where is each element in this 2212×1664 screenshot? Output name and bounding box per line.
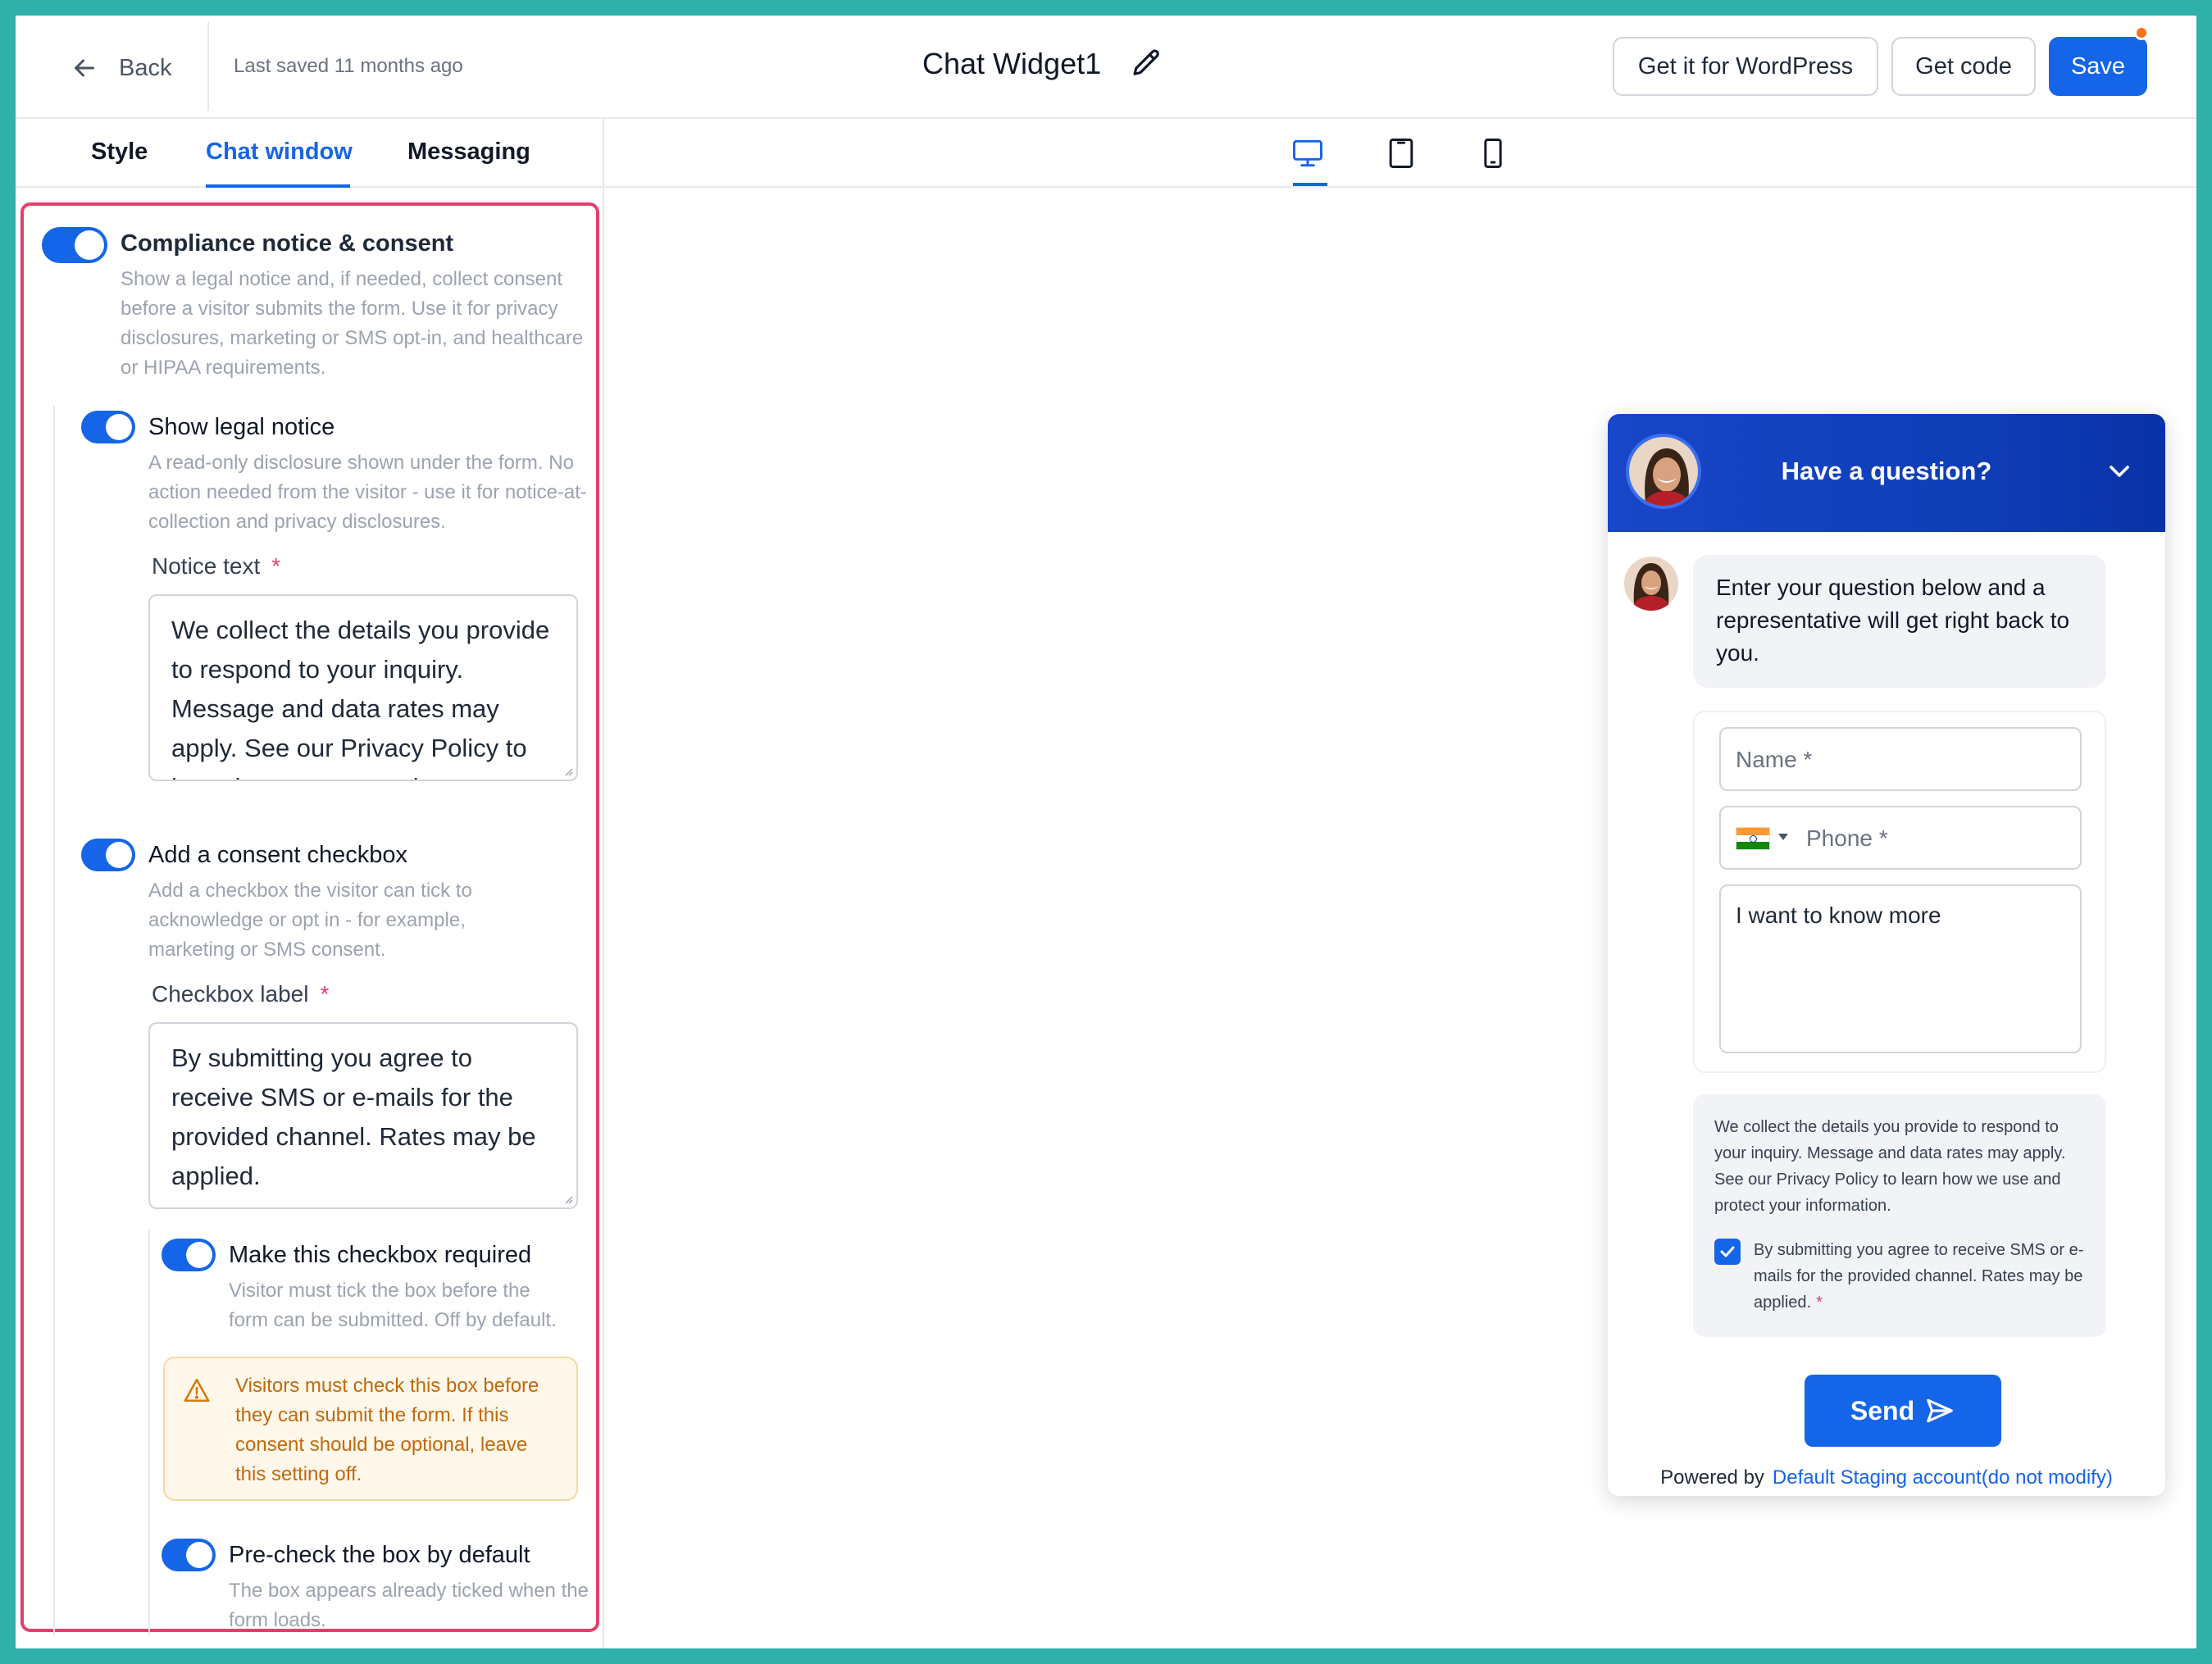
toggle-knob bbox=[106, 414, 132, 440]
pencil-icon[interactable] bbox=[1129, 47, 1163, 81]
legal-notice-description: A read-only disclosure shown under the f… bbox=[148, 452, 587, 533]
checkbox-label-textarea[interactable]: By submitting you agree to receive SMS o… bbox=[148, 1022, 578, 1209]
mobile-icon[interactable] bbox=[1475, 135, 1511, 171]
get-wordpress-button[interactable]: Get it for WordPress bbox=[1613, 37, 1878, 96]
message-textarea[interactable]: I want to know more bbox=[1719, 884, 2082, 1053]
toggle-knob bbox=[186, 1242, 212, 1268]
warning-text: Visitors must check this box before they… bbox=[235, 1375, 539, 1485]
settings-panel: Style Chat window Messaging Compliance n… bbox=[16, 119, 604, 1648]
notice-textarea-value: We collect the details you provide to re… bbox=[171, 616, 550, 780]
precheck-description: The box appears already ticked when the … bbox=[229, 1580, 589, 1631]
phone-input[interactable]: Phone * bbox=[1719, 806, 2082, 870]
checkbox-label-field-text: Checkbox label bbox=[152, 981, 309, 1007]
required-asterisk: * bbox=[1816, 1293, 1823, 1312]
required-description: Visitor must tick the box before the for… bbox=[229, 1280, 557, 1331]
send-button[interactable]: Send bbox=[1805, 1375, 2001, 1447]
checkbox-label-field-label: Checkbox label * bbox=[152, 981, 329, 1007]
checkbox-label-textarea-value: By submitting you agree to receive SMS o… bbox=[171, 1043, 536, 1190]
precheck-label: Pre-check the box by default bbox=[229, 1542, 530, 1568]
widget-title: Chat Widget1 bbox=[922, 47, 1102, 80]
resize-grip-icon[interactable] bbox=[562, 765, 573, 776]
get-code-button[interactable]: Get code bbox=[1891, 37, 2036, 96]
toggle-knob bbox=[186, 1542, 212, 1568]
required-warning-box: Visitors must check this box before they… bbox=[163, 1357, 578, 1501]
app-window: Back Last saved 11 months ago Chat Widge… bbox=[16, 16, 2196, 1648]
tab-style[interactable]: Style bbox=[91, 139, 148, 166]
selected-device-indicator bbox=[1293, 183, 1327, 186]
back-button[interactable]: Back bbox=[70, 50, 171, 86]
consent-checkbox[interactable] bbox=[1714, 1239, 1741, 1265]
chat-widget-preview: Have a question? Enter your question bel… bbox=[1608, 414, 2165, 1496]
title-group: Chat Widget1 bbox=[922, 47, 1163, 81]
send-label: Send bbox=[1850, 1395, 1915, 1425]
tab-chat-window[interactable]: Chat window bbox=[206, 139, 353, 166]
toggle-knob bbox=[106, 842, 132, 868]
desktop-icon[interactable] bbox=[1290, 135, 1326, 171]
compliance-description: Show a legal notice and, if needed, coll… bbox=[121, 268, 584, 379]
tablet-icon[interactable] bbox=[1383, 135, 1419, 171]
tab-messaging[interactable]: Messaging bbox=[407, 139, 530, 166]
check-icon bbox=[1720, 1246, 1735, 1257]
widget-form: Name * Phone * I want to know more bbox=[1693, 711, 2106, 1073]
powered-by-footer: Powered by Default Staging account(do not… bbox=[1608, 1466, 2165, 1489]
divider bbox=[207, 22, 209, 111]
precheck-toggle[interactable] bbox=[162, 1539, 216, 1571]
send-icon bbox=[1927, 1398, 1953, 1423]
required-asterisk: * bbox=[271, 553, 281, 579]
resize-grip-icon[interactable] bbox=[562, 1193, 573, 1204]
required-asterisk: * bbox=[320, 981, 330, 1007]
powered-by-text: Powered by bbox=[1660, 1466, 1764, 1489]
notice-textarea[interactable]: We collect the details you provide to re… bbox=[148, 594, 578, 781]
chevron-down-icon[interactable] bbox=[2103, 455, 2136, 488]
consent-section: We collect the details you provide to re… bbox=[1693, 1094, 2106, 1337]
active-tab-indicator bbox=[206, 184, 350, 188]
account-link[interactable]: Default Staging account(do not modify) bbox=[1773, 1466, 2113, 1489]
consent-checkbox-toggle[interactable] bbox=[81, 839, 135, 871]
message-avatar bbox=[1624, 557, 1678, 611]
legal-notice-label: Show legal notice bbox=[148, 414, 335, 440]
name-input[interactable]: Name * bbox=[1719, 727, 2082, 791]
toggle-knob bbox=[75, 230, 104, 260]
notice-text-label-text: Notice text bbox=[152, 553, 261, 579]
unsaved-indicator-dot bbox=[2134, 25, 2149, 40]
greeting-bubble: Enter your question below and a represen… bbox=[1693, 555, 2106, 688]
device-preview-bar bbox=[604, 119, 2196, 188]
top-bar: Back Last saved 11 months ago Chat Widge… bbox=[16, 16, 2196, 119]
back-label: Back bbox=[119, 54, 172, 81]
phone-placeholder: Phone * bbox=[1806, 825, 1888, 851]
consent-checkbox-label: Add a consent checkbox bbox=[148, 842, 407, 868]
compliance-label: Compliance notice & consent bbox=[121, 230, 454, 257]
legal-notice-text: We collect the details you provide to re… bbox=[1714, 1118, 2066, 1215]
consent-checkbox-label: By submitting you agree to receive SMS o… bbox=[1754, 1237, 2090, 1316]
consent-checkbox-description: Add a checkbox the visitor can tick to a… bbox=[148, 880, 472, 961]
warning-icon bbox=[184, 1378, 210, 1403]
consent-label-text: By submitting you agree to receive SMS o… bbox=[1754, 1241, 2084, 1312]
required-toggle[interactable] bbox=[162, 1239, 216, 1271]
nested-guide-line bbox=[148, 1230, 150, 1635]
compliance-toggle[interactable] bbox=[42, 227, 107, 263]
required-label: Make this checkbox required bbox=[229, 1242, 532, 1268]
save-button[interactable]: Save bbox=[2049, 37, 2147, 96]
widget-title: Have a question? bbox=[1781, 457, 1992, 485]
country-dropdown-caret-icon[interactable] bbox=[1778, 834, 1788, 840]
nested-guide-line bbox=[53, 406, 55, 1635]
notice-text-label: Notice text * bbox=[152, 553, 280, 580]
widget-header: Have a question? bbox=[1608, 414, 2165, 532]
last-saved-text: Last saved 11 months ago bbox=[234, 55, 463, 77]
arrow-left-icon bbox=[75, 59, 94, 77]
agent-photo bbox=[1624, 557, 1678, 611]
legal-notice-toggle[interactable] bbox=[81, 411, 135, 443]
india-flag-icon[interactable] bbox=[1736, 827, 1770, 850]
settings-tabs: Style Chat window Messaging bbox=[16, 119, 603, 188]
